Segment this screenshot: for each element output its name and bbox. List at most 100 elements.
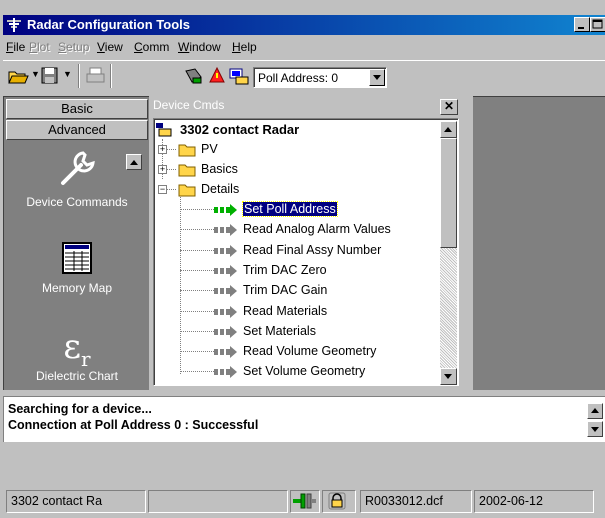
tree-folder-basics[interactable]: + Basics bbox=[154, 161, 444, 179]
menu-view[interactable]: View bbox=[97, 40, 123, 54]
tree-command-item[interactable]: Set Materials bbox=[154, 323, 444, 341]
triangle-down-icon bbox=[444, 374, 452, 379]
device-icon bbox=[229, 68, 249, 85]
device-command-tree[interactable]: 3302 contact Radar + PV + Basics − Detai… bbox=[153, 118, 459, 386]
maximize-button[interactable] bbox=[590, 17, 605, 32]
command-arrow-icon bbox=[214, 244, 237, 257]
status-bar: 3302 contact Ra R0033012.dcf 2002-06-12 bbox=[3, 488, 605, 515]
wrench-icon bbox=[61, 151, 95, 185]
connection-plug-icon bbox=[293, 493, 316, 509]
tree-folder-label: Basics bbox=[201, 162, 238, 176]
memory-map-icon bbox=[62, 242, 92, 274]
device-cmds-title: Device Cmds bbox=[153, 98, 225, 112]
tree-root-label: 3302 contact Radar bbox=[180, 122, 300, 137]
connect-button[interactable] bbox=[183, 65, 205, 87]
menu-comm[interactable]: Comm bbox=[134, 40, 169, 54]
app-window: Radar Configuration Tools File Plot Setu… bbox=[0, 0, 605, 518]
poll-address-select[interactable]: Poll Address: 0 bbox=[253, 67, 387, 88]
output-scroll-up-button[interactable] bbox=[587, 403, 603, 419]
dielectric-symbol: ε bbox=[63, 327, 82, 367]
command-arrow-icon bbox=[214, 325, 237, 338]
folder-open-icon bbox=[178, 184, 196, 197]
poll-address-dropdown-button[interactable] bbox=[369, 69, 385, 86]
group-basic-button[interactable]: Basic bbox=[6, 99, 148, 119]
tree-vertical-scrollbar[interactable] bbox=[440, 121, 457, 385]
menu-plot-accel: P bbox=[29, 40, 38, 54]
tree-command-item[interactable]: Trim DAC Gain bbox=[154, 282, 444, 300]
device-commands-tool[interactable]: Device Commands bbox=[4, 149, 150, 209]
menu-plot[interactable]: Plot bbox=[29, 40, 50, 54]
group-advanced-button[interactable]: Advanced bbox=[6, 120, 148, 140]
lock-icon bbox=[328, 492, 346, 510]
device-cmds-close-button[interactable]: ✕ bbox=[440, 99, 458, 115]
tree-command-item[interactable]: Read Final Assy Number bbox=[154, 242, 444, 260]
expand-plus-icon[interactable]: + bbox=[158, 145, 167, 154]
tree-guide-line bbox=[180, 371, 214, 373]
tree-command-label: Read Analog Alarm Values bbox=[243, 222, 391, 237]
memory-map-label: Memory Map bbox=[41, 281, 112, 295]
tree-guide-line bbox=[180, 330, 214, 332]
collapse-minus-icon[interactable]: − bbox=[158, 185, 167, 194]
tree-command-item[interactable]: Set Poll Address bbox=[154, 201, 444, 219]
dielectric-chart-tool[interactable]: εr Dielectric Chart bbox=[4, 327, 150, 383]
scroll-thumb[interactable] bbox=[440, 138, 457, 248]
device-cmds-panel: Device Cmds ✕ 3302 contact Radar + PV + … bbox=[151, 96, 470, 390]
save-dropdown-arrow-icon[interactable]: ▼ bbox=[63, 69, 72, 79]
scroll-up-button[interactable] bbox=[440, 121, 457, 138]
save-button[interactable] bbox=[39, 65, 61, 87]
dielectric-chart-label: Dielectric Chart bbox=[35, 369, 119, 383]
scroll-down-button[interactable] bbox=[440, 368, 457, 385]
menu-plot-label: lot bbox=[37, 40, 50, 54]
menu-file[interactable]: File bbox=[6, 40, 25, 54]
title-bar[interactable]: Radar Configuration Tools bbox=[3, 15, 605, 35]
expand-plus-icon[interactable]: + bbox=[158, 165, 167, 174]
memory-map-tool[interactable]: Memory Map bbox=[4, 241, 150, 295]
triangle-up-icon bbox=[591, 408, 599, 413]
menu-view-label: iew bbox=[104, 40, 123, 54]
tool-shortcut-pane: Basic Advanced Device Commands Memory Ma… bbox=[3, 96, 149, 390]
print-button[interactable] bbox=[85, 65, 107, 87]
triangle-up-icon bbox=[444, 127, 452, 132]
open-folder-icon bbox=[8, 71, 29, 84]
tree-guide-line bbox=[180, 351, 214, 353]
tree-command-label: Set Materials bbox=[243, 323, 316, 338]
tree-folder-pv[interactable]: + PV bbox=[154, 141, 444, 159]
tree-command-item[interactable]: Trim DAC Zero bbox=[154, 262, 444, 280]
output-scrollbar[interactable] bbox=[587, 399, 603, 441]
tree-folder-details[interactable]: − Details bbox=[154, 181, 444, 199]
tree-folder-label: PV bbox=[201, 142, 218, 156]
toolbar: ▼ ▼ Poll Address: 0 bbox=[3, 60, 605, 90]
menu-help-accel: H bbox=[232, 40, 241, 54]
command-arrow-icon bbox=[214, 285, 237, 298]
menu-comm-accel: C bbox=[134, 40, 143, 54]
menu-setup-accel: S bbox=[58, 40, 67, 54]
command-arrow-icon bbox=[214, 264, 237, 277]
tree-command-item[interactable]: Read Volume Geometry bbox=[154, 343, 444, 361]
menu-help[interactable]: Help bbox=[232, 40, 257, 54]
tree-guide-line bbox=[180, 290, 214, 292]
window-title: Radar Configuration Tools bbox=[27, 17, 190, 32]
tree-root-item[interactable]: 3302 contact Radar bbox=[154, 121, 444, 139]
menu-setup[interactable]: Setup bbox=[58, 40, 89, 54]
tree-command-item[interactable]: Read Analog Alarm Values bbox=[154, 221, 444, 239]
tree-command-label: Trim DAC Zero bbox=[243, 262, 327, 277]
output-log[interactable]: Searching for a device... Connection at … bbox=[3, 396, 605, 442]
open-button[interactable] bbox=[7, 65, 29, 87]
minimize-icon bbox=[578, 27, 584, 29]
status-date: 2002-06-12 bbox=[474, 490, 594, 513]
menu-comm-label: omm bbox=[142, 40, 170, 54]
tree-command-item[interactable]: Read Materials bbox=[154, 303, 444, 321]
tree-command-label: Set Volume Geometry bbox=[243, 364, 366, 379]
output-scroll-down-button[interactable] bbox=[587, 421, 603, 437]
alarm-button[interactable] bbox=[206, 65, 228, 87]
radar-device-icon bbox=[156, 123, 172, 137]
status-lock-panel bbox=[322, 490, 356, 513]
tree-command-item[interactable]: Set Volume Geometry bbox=[154, 363, 444, 381]
triangle-down-icon bbox=[591, 427, 599, 432]
minimize-button[interactable] bbox=[574, 17, 590, 32]
menu-window[interactable]: Window bbox=[178, 40, 221, 54]
menu-window-label: indow bbox=[189, 40, 221, 54]
device-button[interactable] bbox=[228, 65, 250, 87]
menu-view-accel: V bbox=[97, 40, 105, 54]
folder-icon bbox=[178, 164, 196, 177]
